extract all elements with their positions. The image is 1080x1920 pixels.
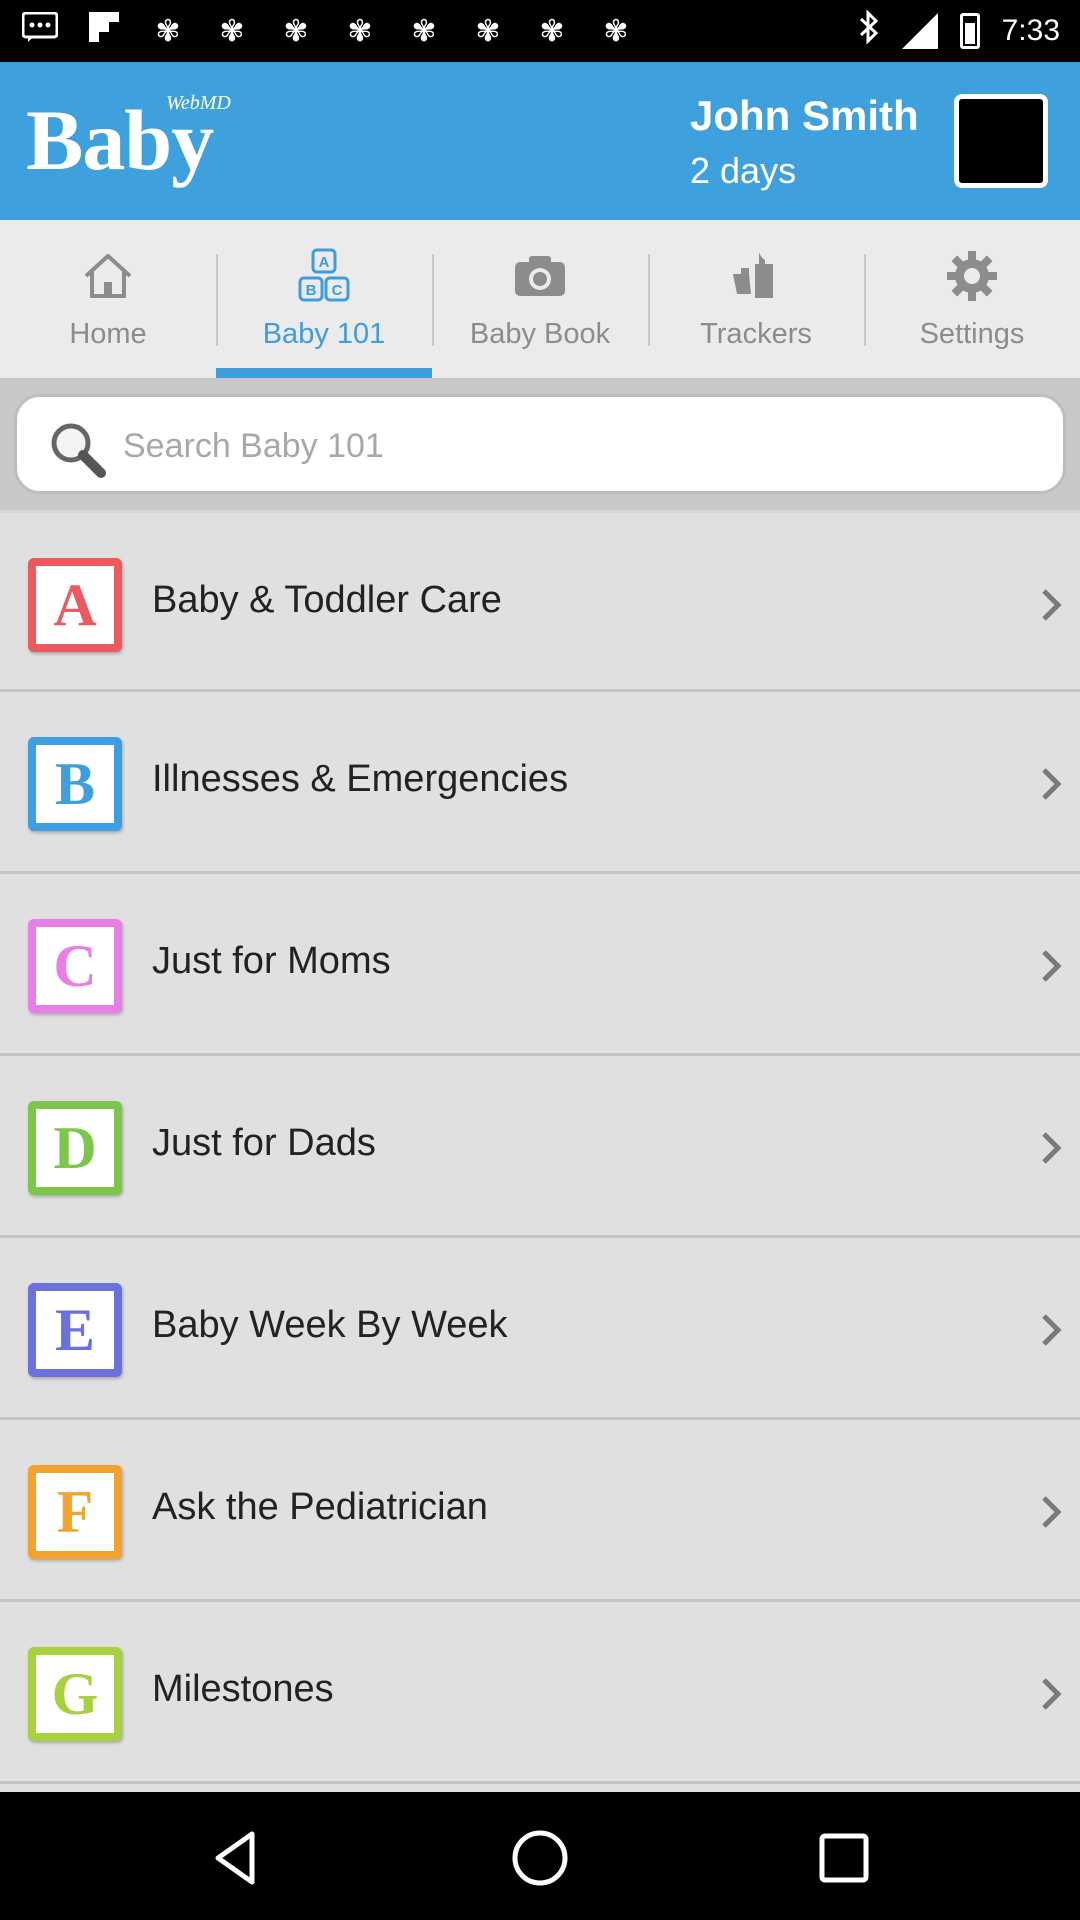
tab-label: Baby 101: [262, 318, 386, 350]
list-item-label: Ask the Pediatrician: [152, 1486, 488, 1528]
battery-icon: [959, 13, 980, 49]
search-box[interactable]: [14, 394, 1066, 494]
list-item[interactable]: B Illnesses & Emergencies: [0, 692, 1080, 874]
ribbon-icon: ✾: [219, 15, 245, 48]
baby-age: 2 days: [690, 150, 797, 191]
chevron-right-icon: [1042, 1314, 1062, 1346]
chevron-right-icon: [1042, 950, 1062, 982]
block-letter: A: [53, 572, 97, 638]
list-item[interactable]: A Baby & Toddler Care: [0, 510, 1080, 692]
ribbon-icon: ✾: [347, 15, 373, 48]
camera-icon: [510, 248, 570, 304]
list-item-label: Just for Moms: [152, 940, 391, 982]
webmd-baby-logo[interactable]: WebMD Baby: [26, 92, 231, 188]
gear-icon: [942, 248, 1002, 304]
home-circle-icon[interactable]: [508, 1826, 572, 1890]
tab-label: Settings: [919, 318, 1025, 350]
app-header: WebMD Baby John Smith 2 days: [0, 62, 1080, 220]
svg-text:B: B: [306, 282, 317, 299]
chevron-right-icon: [1042, 1496, 1062, 1528]
ribbon-icon: ✾: [539, 15, 565, 48]
notification-icons: ✾ ✾ ✾ ✾ ✾ ✾ ✾ ✾: [20, 11, 636, 53]
list-item-label: Milestones: [152, 1668, 334, 1710]
list-item[interactable]: C Just for Moms: [0, 874, 1080, 1056]
ribbon-icon: ✾: [603, 15, 629, 48]
category-list: A Baby & Toddler Care B Illnesses & Emer…: [0, 510, 1080, 1784]
list-item[interactable]: E Baby Week By Week: [0, 1238, 1080, 1420]
ribbon-icon: ✾: [475, 15, 501, 48]
tab-trackers[interactable]: Trackers: [648, 220, 864, 378]
system-icons: 7:33: [858, 9, 1060, 53]
search-input[interactable]: [123, 417, 1023, 475]
tab-label: Trackers: [700, 318, 812, 350]
chevron-right-icon: [1042, 589, 1062, 621]
user-name[interactable]: John Smith: [690, 92, 919, 140]
tab-bar: Home A B C Baby 101 Baby Book Trackers S…: [0, 220, 1080, 378]
letter-block-f-icon: F: [28, 1465, 122, 1559]
bluetooth-icon: [858, 9, 880, 53]
message-icon: [20, 11, 60, 53]
svg-text:C: C: [332, 282, 343, 299]
logo-brand-small: WebMD: [166, 92, 231, 114]
letter-block-g-icon: G: [28, 1647, 122, 1741]
letter-block-b-icon: B: [28, 737, 122, 831]
block-letter: D: [53, 1115, 97, 1181]
signal-icon: [901, 13, 938, 49]
search-bar: [0, 378, 1080, 510]
svg-text:A: A: [319, 254, 330, 271]
list-item[interactable]: F Ask the Pediatrician: [0, 1420, 1080, 1602]
tab-baby-book[interactable]: Baby Book: [432, 220, 648, 378]
bottle-icon: [726, 248, 786, 304]
tab-label: Home: [69, 318, 147, 350]
recents-icon[interactable]: [812, 1826, 876, 1890]
ribbon-icon: ✾: [411, 15, 437, 48]
ribbon-icon: ✾: [283, 15, 309, 48]
status-bar: ✾ ✾ ✾ ✾ ✾ ✾ ✾ ✾ 7:33: [0, 0, 1080, 62]
search-icon: [47, 419, 107, 479]
letter-block-a-icon: A: [28, 558, 122, 652]
list-item-label: Baby & Toddler Care: [152, 579, 502, 621]
list-item[interactable]: G Milestones: [0, 1602, 1080, 1784]
tab-settings[interactable]: Settings: [864, 220, 1080, 378]
abc-blocks-icon: A B C: [294, 248, 354, 304]
block-letter: F: [56, 1479, 94, 1545]
block-letter: G: [51, 1661, 99, 1727]
tab-baby-101[interactable]: A B C Baby 101: [216, 220, 432, 378]
back-icon[interactable]: [206, 1826, 270, 1890]
ribbon-icon: ✾: [155, 15, 181, 48]
block-letter: B: [54, 751, 96, 817]
letter-block-c-icon: C: [28, 919, 122, 1013]
list-item-label: Illnesses & Emergencies: [152, 758, 569, 800]
letter-block-e-icon: E: [28, 1283, 122, 1377]
home-icon: [78, 248, 138, 304]
list-item[interactable]: D Just for Dads: [0, 1056, 1080, 1238]
system-nav-bar: [0, 1792, 1080, 1920]
list-item-label: Just for Dads: [152, 1122, 376, 1164]
letter-block-d-icon: D: [28, 1101, 122, 1195]
tab-home[interactable]: Home: [0, 220, 216, 378]
avatar[interactable]: [954, 94, 1048, 188]
flipboard-icon: [84, 11, 124, 53]
list-item-label: Baby Week By Week: [152, 1304, 508, 1346]
block-letter: E: [54, 1297, 96, 1363]
clock: 7:33: [1001, 14, 1060, 47]
tab-label: Baby Book: [469, 318, 611, 350]
block-letter: C: [53, 933, 97, 999]
chevron-right-icon: [1042, 1678, 1062, 1710]
chevron-right-icon: [1042, 1132, 1062, 1164]
chevron-right-icon: [1042, 768, 1062, 800]
